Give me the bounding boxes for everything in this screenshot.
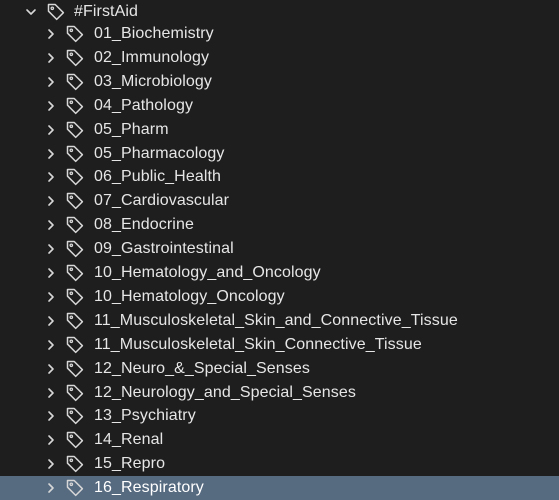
- tag-icon: [64, 238, 86, 260]
- tree-item[interactable]: 04_Pathology: [0, 94, 559, 118]
- tree-item-label: 14_Renal: [94, 431, 164, 449]
- tree-item-label: 11_Musculoskeletal_Skin_and_Connective_T…: [94, 311, 458, 329]
- tag-icon: [64, 95, 86, 117]
- tag-icon: [64, 47, 86, 69]
- tag-icon: [64, 286, 86, 308]
- tag-icon: [64, 71, 86, 93]
- tag-icon: [64, 453, 86, 475]
- tree-item[interactable]: 10_Hematology_Oncology: [0, 285, 559, 309]
- tree-item[interactable]: 13_Psychiatry: [0, 404, 559, 428]
- chevron-right-icon[interactable]: [44, 27, 58, 41]
- tree-item[interactable]: 11_Musculoskeletal_Skin_Connective_Tissu…: [0, 333, 559, 357]
- tree-item[interactable]: 09_Gastrointestinal: [0, 237, 559, 261]
- chevron-right-icon[interactable]: [44, 457, 58, 471]
- tree-item-label: 04_Pathology: [94, 96, 194, 114]
- tree-item[interactable]: 05_Pharmacology: [0, 142, 559, 166]
- chevron-right-icon[interactable]: [44, 75, 58, 89]
- tree-item[interactable]: 08_Endocrine: [0, 213, 559, 237]
- tree-item[interactable]: 12_Neuro_&_Special_Senses: [0, 357, 559, 381]
- tag-icon: [64, 214, 86, 236]
- chevron-right-icon[interactable]: [44, 338, 58, 352]
- tree-item-label: 10_Hematology_Oncology: [94, 287, 285, 305]
- chevron-right-icon[interactable]: [44, 481, 58, 495]
- tag-icon: [64, 166, 86, 188]
- tree-item[interactable]: 02_Immunology: [0, 46, 559, 70]
- tag-icon: [64, 334, 86, 356]
- tree-item[interactable]: 05_Pharm: [0, 118, 559, 142]
- tree-item-label: 08_Endocrine: [94, 216, 194, 234]
- chevron-right-icon[interactable]: [44, 409, 58, 423]
- tree-root-row[interactable]: #FirstAid: [0, 0, 559, 24]
- tree-item-label: 10_Hematology_and_Oncology: [94, 264, 321, 281]
- tree-item-label: 05_Pharmacology: [94, 144, 225, 162]
- tag-icon: [64, 405, 86, 427]
- chevron-right-icon[interactable]: [44, 290, 58, 304]
- chevron-right-icon[interactable]: [44, 218, 58, 232]
- chevron-right-icon[interactable]: [44, 147, 58, 161]
- tag-icon: [64, 119, 86, 141]
- tag-icon: [64, 190, 86, 212]
- tree-item[interactable]: 01_Biochemistry: [0, 22, 559, 46]
- tree-item-label: 01_Biochemistry: [94, 25, 214, 42]
- tree-item[interactable]: 07_Cardiovascular: [0, 189, 559, 213]
- chevron-right-icon[interactable]: [44, 170, 58, 184]
- tree-item[interactable]: 03_Microbiology: [0, 70, 559, 94]
- tag-icon: [45, 1, 67, 23]
- chevron-right-icon[interactable]: [44, 242, 58, 256]
- tree-item-label: 06_Public_Health: [94, 168, 222, 186]
- chevron-right-icon[interactable]: [44, 99, 58, 113]
- tag-tree: #FirstAid 01_Biochemistry 02_Immunology 03…: [0, 0, 559, 500]
- chevron-right-icon[interactable]: [44, 123, 58, 137]
- tree-item[interactable]: 06_Public_Health: [0, 165, 559, 189]
- tag-icon: [64, 382, 86, 404]
- tag-icon: [64, 310, 86, 332]
- tree-item[interactable]: 10_Hematology_and_Oncology: [0, 261, 559, 285]
- tree-item-label: 05_Pharm: [94, 120, 169, 138]
- tree-item[interactable]: 14_Renal: [0, 428, 559, 452]
- tag-icon: [64, 477, 86, 499]
- tag-icon: [64, 429, 86, 451]
- chevron-down-icon[interactable]: [24, 5, 38, 19]
- tag-icon: [64, 23, 86, 45]
- chevron-right-icon[interactable]: [44, 362, 58, 376]
- tree-item[interactable]: 16_Respiratory: [0, 476, 559, 500]
- tree-item-label: 09_Gastrointestinal: [94, 240, 234, 258]
- tree-item-label: 03_Microbiology: [94, 72, 213, 90]
- chevron-right-icon[interactable]: [44, 194, 58, 208]
- tag-icon: [64, 143, 86, 165]
- tree-item[interactable]: 12_Neurology_and_Special_Senses: [0, 381, 559, 405]
- chevron-right-icon[interactable]: [44, 51, 58, 65]
- chevron-right-icon[interactable]: [44, 314, 58, 328]
- tree-item[interactable]: 11_Musculoskeletal_Skin_and_Connective_T…: [0, 309, 559, 333]
- tag-icon: [64, 358, 86, 380]
- chevron-right-icon[interactable]: [44, 386, 58, 400]
- tree-item-label: 12_Neurology_and_Special_Senses: [94, 383, 356, 401]
- tree-item[interactable]: 15_Repro: [0, 452, 559, 476]
- tree-item-label: 13_Psychiatry: [94, 407, 196, 425]
- tree-item-label: 11_Musculoskeletal_Skin_Connective_Tissu…: [94, 335, 422, 353]
- tree-item-label: 16_Respiratory: [94, 479, 204, 497]
- tree-item-label: 12_Neuro_&_Special_Senses: [94, 359, 310, 377]
- tree-item-label: 15_Repro: [94, 455, 166, 473]
- chevron-right-icon[interactable]: [44, 433, 58, 447]
- tree-item-label: 07_Cardiovascular: [94, 192, 230, 210]
- tree-root-label: #FirstAid: [74, 3, 139, 20]
- chevron-right-icon[interactable]: [44, 266, 58, 280]
- tag-icon: [64, 262, 86, 284]
- tree-item-label: 02_Immunology: [94, 48, 210, 66]
